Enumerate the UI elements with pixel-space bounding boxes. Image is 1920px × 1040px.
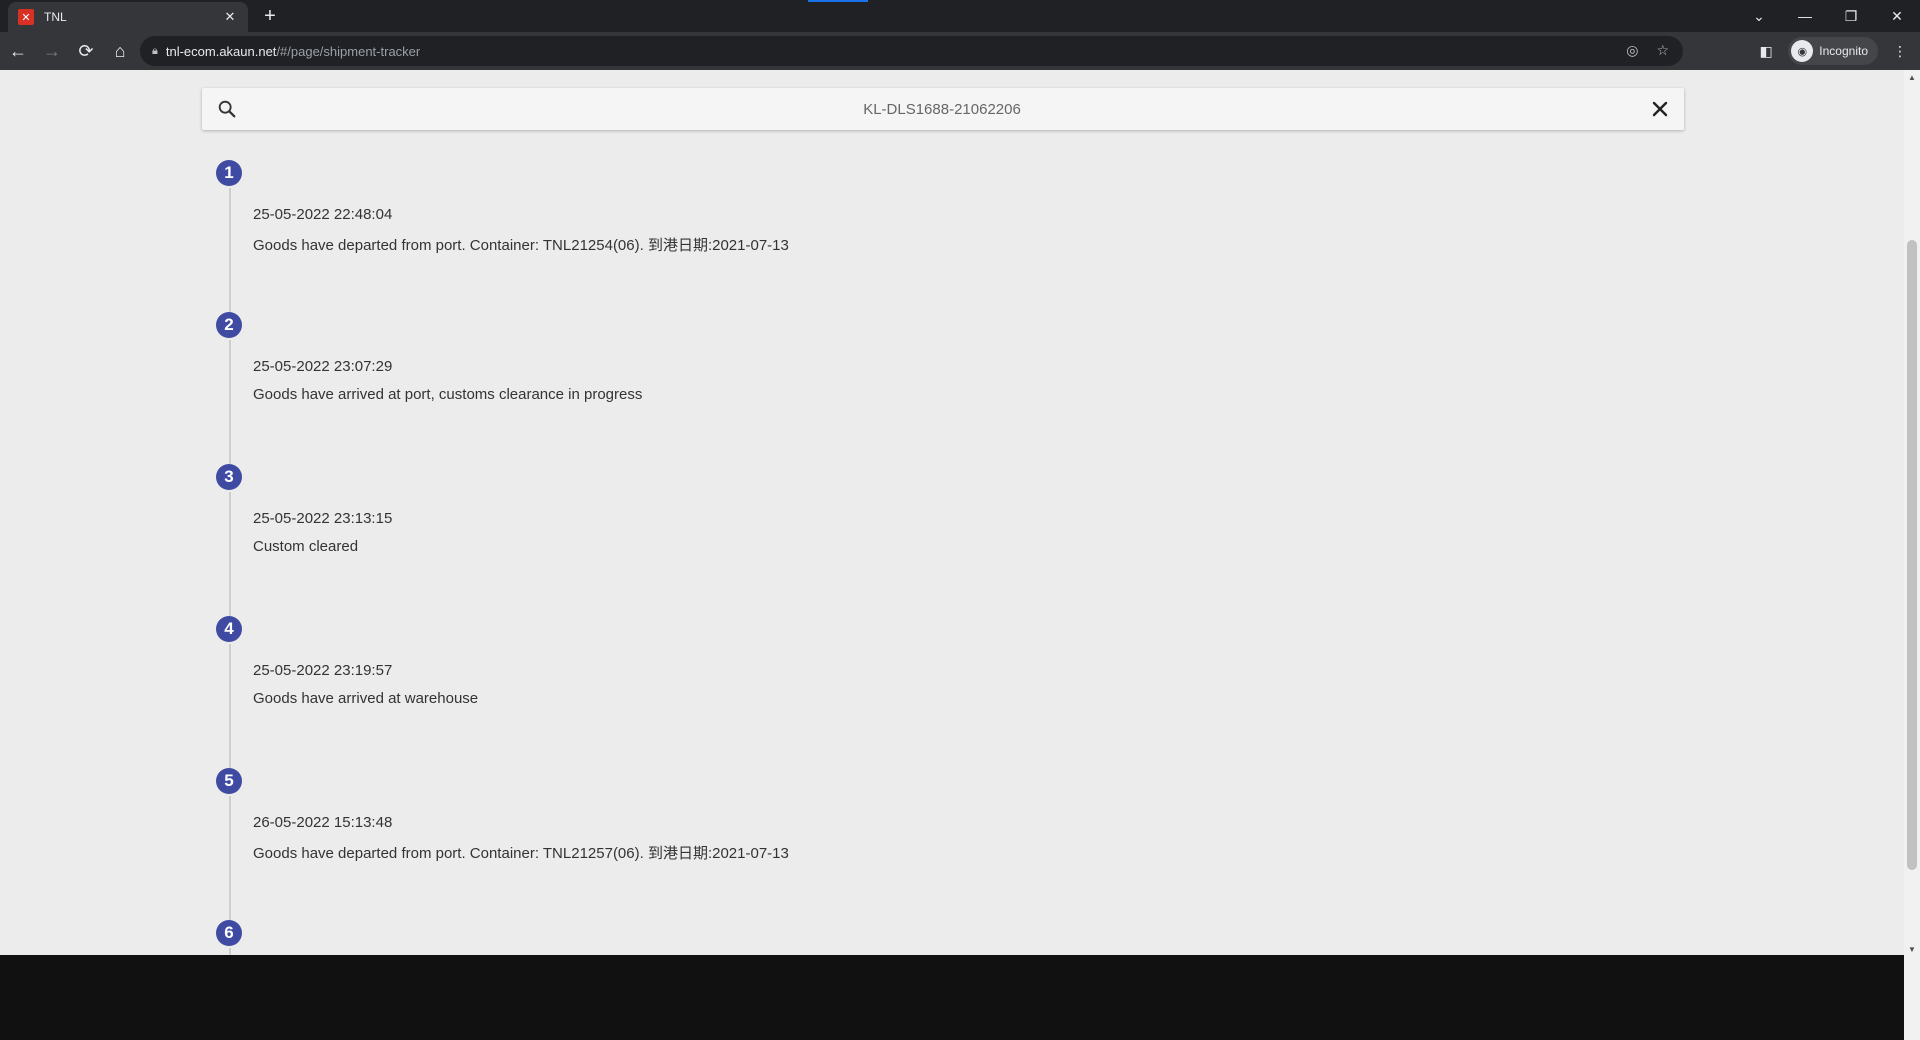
timeline-connector bbox=[229, 492, 231, 616]
incognito-icon: ◉ bbox=[1791, 40, 1814, 62]
tab-search-chevron-icon[interactable]: ⌄ bbox=[1736, 0, 1782, 32]
step-number-badge: 3 bbox=[216, 464, 242, 490]
scroll-down-arrow-icon[interactable]: ▼ bbox=[1904, 942, 1920, 958]
timeline-event: 6 bbox=[216, 920, 1616, 955]
address-bar[interactable]: 🔒︎ tnl-ecom.akaun.net /#/page/shipment-t… bbox=[140, 36, 1683, 66]
event-description: Custom cleared bbox=[253, 538, 359, 555]
incognito-profile-button[interactable]: ◉ Incognito bbox=[1788, 37, 1878, 65]
timeline-event: 2 25-05-2022 23:07:29 Goods have arrived… bbox=[216, 312, 1616, 464]
tab-close-icon[interactable]: ✕ bbox=[222, 9, 238, 25]
scrollbar-thumb[interactable] bbox=[1907, 240, 1917, 870]
timeline-connector bbox=[229, 340, 231, 464]
timeline-connector bbox=[229, 948, 231, 955]
tracking-number-input[interactable] bbox=[262, 88, 1622, 130]
event-timestamp: 25-05-2022 23:13:15 bbox=[253, 510, 393, 527]
clear-search-close-icon[interactable] bbox=[1650, 99, 1670, 119]
kebab-menu-icon[interactable]: ⋮ bbox=[1888, 43, 1912, 60]
url-path: /#/page/shipment-tracker bbox=[276, 43, 421, 59]
page-scrollbar[interactable]: ▲ ▼ bbox=[1904, 70, 1920, 1040]
home-icon[interactable]: ⌂ bbox=[104, 35, 136, 67]
window-controls: ⌄ — ❐ ✕ bbox=[1736, 0, 1920, 32]
restore-icon[interactable]: ❐ bbox=[1828, 0, 1874, 32]
back-arrow-icon[interactable]: ← bbox=[2, 35, 34, 67]
screen-bottom-area bbox=[0, 955, 1904, 1040]
browser-tab[interactable]: ✕ TNL ✕ bbox=[8, 2, 248, 32]
scroll-up-arrow-icon[interactable]: ▲ bbox=[1904, 70, 1920, 86]
page-viewport: 1 25-05-2022 22:48:04 Goods have departe… bbox=[0, 70, 1904, 955]
url-host: tnl-ecom.akaun.net bbox=[165, 43, 277, 59]
profile-label: Incognito bbox=[1819, 44, 1868, 58]
event-description: Goods have departed from port. Container… bbox=[253, 237, 789, 254]
reload-icon[interactable]: ⟳ bbox=[70, 35, 102, 67]
omnibox-actions: ◎ ☆ bbox=[1626, 42, 1669, 59]
tracking-protection-eye-icon[interactable]: ◎ bbox=[1626, 42, 1638, 59]
toolbar-right: ◧ ◉ Incognito ⋮ bbox=[1754, 36, 1912, 66]
lock-icon[interactable]: 🔒︎ bbox=[152, 45, 158, 58]
event-description: Goods have arrived at warehouse bbox=[253, 690, 479, 707]
event-timestamp: 26-05-2022 15:13:48 bbox=[253, 814, 393, 831]
step-number-badge: 6 bbox=[216, 920, 242, 946]
event-timestamp: 25-05-2022 22:48:04 bbox=[253, 206, 393, 223]
forward-arrow-icon[interactable]: → bbox=[36, 35, 68, 67]
tab-title: TNL bbox=[44, 10, 67, 24]
window-close-icon[interactable]: ✕ bbox=[1874, 0, 1920, 32]
side-panel-icon[interactable]: ◧ bbox=[1754, 43, 1778, 60]
minimize-icon[interactable]: — bbox=[1782, 0, 1828, 32]
step-number-badge: 4 bbox=[216, 616, 242, 642]
event-description: Goods have arrived at port, customs clea… bbox=[253, 386, 643, 403]
step-number-badge: 2 bbox=[216, 312, 242, 338]
timeline-event: 4 25-05-2022 23:19:57 Goods have arrived… bbox=[216, 616, 1616, 768]
browser-tab-bar: ✕ TNL ✕ + ⌄ — ❐ ✕ bbox=[0, 0, 1920, 32]
timeline-connector bbox=[229, 644, 231, 768]
shipment-timeline: 1 25-05-2022 22:48:04 Goods have departe… bbox=[216, 160, 1616, 955]
new-tab-plus-icon[interactable]: + bbox=[258, 4, 282, 28]
timeline-connector bbox=[229, 796, 231, 920]
event-timestamp: 25-05-2022 23:19:57 bbox=[253, 662, 393, 679]
event-description: Goods have departed from port. Container… bbox=[253, 845, 789, 862]
browser-toolbar: ← → ⟳ ⌂ 🔒︎ tnl-ecom.akaun.net /#/page/sh… bbox=[0, 32, 1920, 70]
step-number-badge: 1 bbox=[216, 160, 242, 186]
timeline-event: 3 25-05-2022 23:13:15 Custom cleared bbox=[216, 464, 1616, 616]
event-timestamp: 25-05-2022 23:07:29 bbox=[253, 358, 393, 375]
bookmark-star-icon[interactable]: ☆ bbox=[1656, 42, 1669, 59]
loading-indicator bbox=[808, 0, 868, 2]
search-icon[interactable] bbox=[216, 98, 238, 120]
tnl-favicon-icon: ✕ bbox=[18, 9, 34, 25]
step-number-badge: 5 bbox=[216, 768, 242, 794]
timeline-event: 1 25-05-2022 22:48:04 Goods have departe… bbox=[216, 160, 1616, 312]
timeline-connector bbox=[229, 188, 231, 312]
tracking-search-card bbox=[202, 88, 1684, 130]
timeline-event: 5 26-05-2022 15:13:48 Goods have departe… bbox=[216, 768, 1616, 920]
